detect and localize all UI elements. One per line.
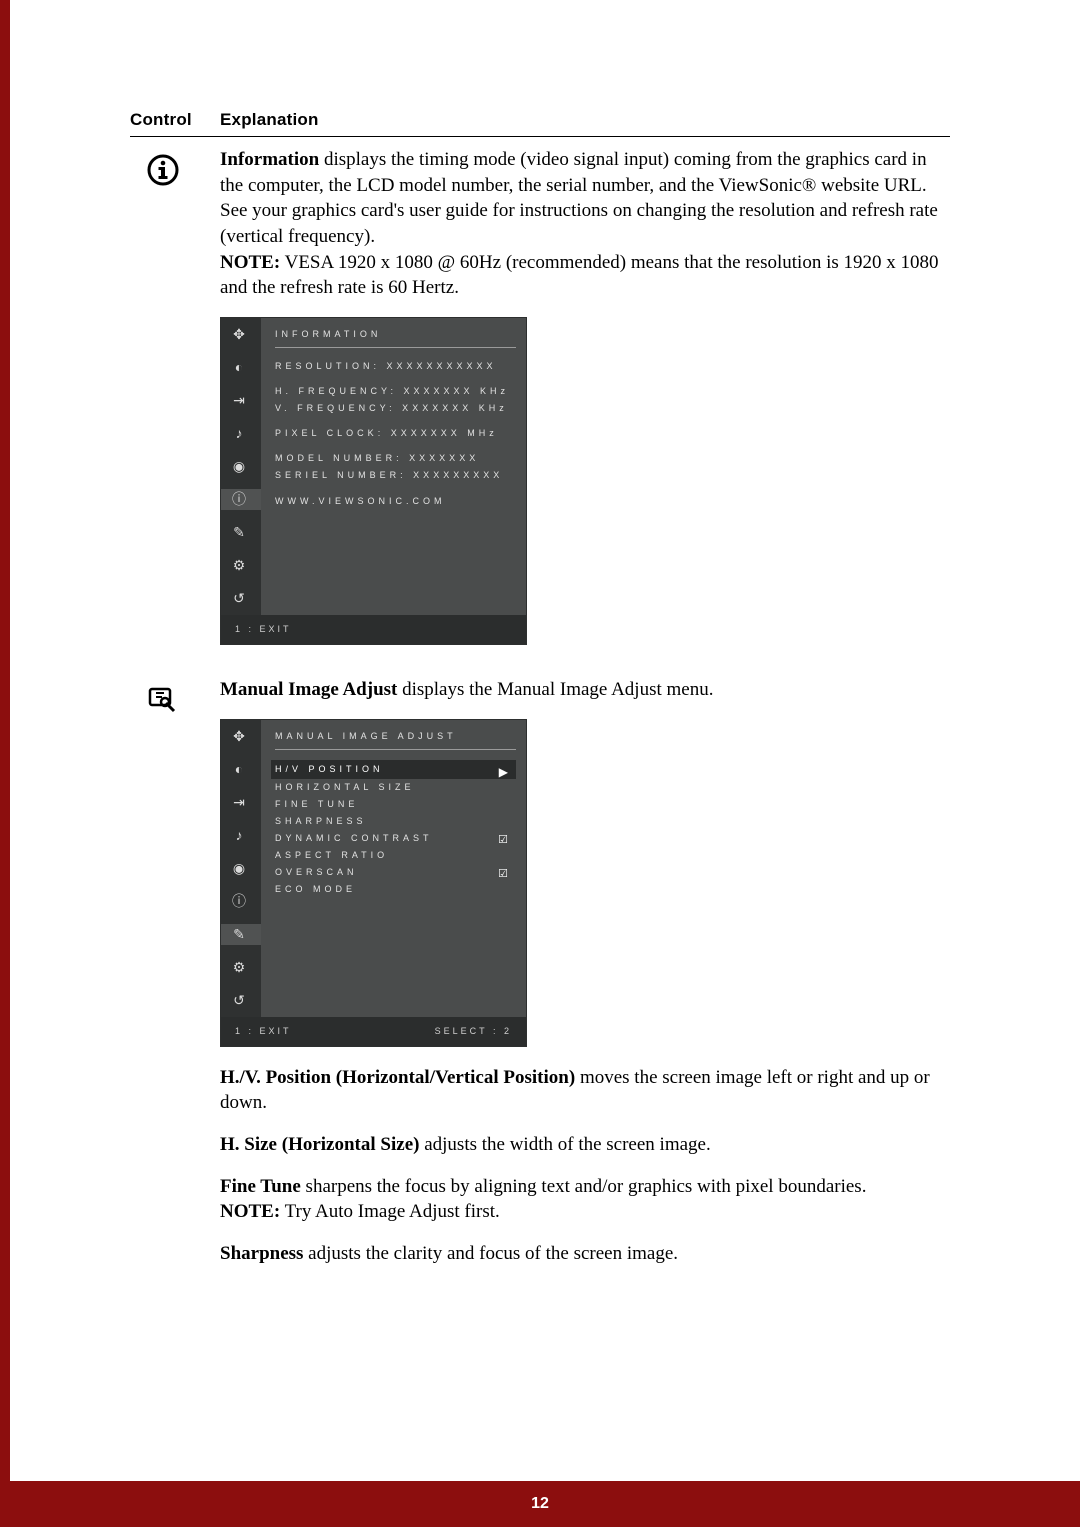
osd-manual-image-adjust: ✥ ◐ ⇥ ♪ ◉ ⓘ ✎ ⚙ ↺ MANUAL IMAGE ADJUST H/… — [220, 719, 527, 1047]
osd-item-overscan: OVERSCAN☑ — [275, 864, 516, 881]
osd-exit: 1 : EXIT — [235, 1023, 292, 1040]
info-lead: Information — [220, 149, 319, 170]
osd-item-hsize: HORIZONTAL SIZE — [275, 779, 516, 796]
osd-information: ✥ ◐ ⇥ ♪ ◉ ⓘ ✎ ⚙ ↺ INFORMATION RESOLUTION… — [220, 317, 527, 645]
osd-item-sharpness: SHARPNESS — [275, 813, 516, 830]
osd-icon-auto: ✥ — [221, 726, 261, 747]
osd-sidebar: ✥ ◐ ⇥ ♪ ◉ ⓘ ✎ ⚙ ↺ — [221, 318, 261, 615]
osd-item-hv-position: H/V POSITION▶ — [271, 760, 516, 779]
osd-item-eco: ECO MODE — [275, 881, 516, 898]
osd-icon-manual-selected: ✎ — [221, 924, 261, 945]
divider — [130, 136, 950, 137]
osd-icon-input: ⇥ — [221, 792, 261, 813]
osd-icon-auto: ✥ — [221, 324, 261, 345]
table-header: Control Explanation — [130, 110, 950, 130]
finetune-paragraph: Fine Tune sharpens the focus by aligning… — [220, 1174, 950, 1225]
info-paragraph: Information displays the timing mode (vi… — [220, 147, 950, 301]
osd-exit: 1 : EXIT — [235, 621, 292, 638]
side-stripe — [0, 0, 10, 1527]
section-information: Information displays the timing mode (vi… — [130, 147, 950, 663]
osd-select: SELECT : 2 — [435, 1023, 512, 1040]
manual-adjust-icon — [130, 677, 220, 1283]
osd-icon-contrast: ◐ — [221, 357, 261, 378]
header-control: Control — [130, 110, 220, 130]
sharpness-paragraph: Sharpness adjusts the clarity and focus … — [220, 1241, 950, 1267]
osd-icon-color: ◉ — [221, 456, 261, 477]
osd-icon-info-selected: ⓘ — [221, 489, 261, 510]
hsize-paragraph: H. Size (Horizontal Size) adjusts the wi… — [220, 1132, 950, 1158]
osd-sidebar: ✥ ◐ ⇥ ♪ ◉ ⓘ ✎ ⚙ ↺ — [221, 720, 261, 1017]
osd-icon-audio: ♪ — [221, 423, 261, 444]
osd-body: MANUAL IMAGE ADJUST H/V POSITION▶ HORIZO… — [261, 720, 526, 1017]
note-label: NOTE: — [220, 252, 280, 273]
osd-footer: 1 : EXIT — [221, 615, 526, 644]
osd-icon-manual: ✎ — [221, 522, 261, 543]
osd-icon-input: ⇥ — [221, 390, 261, 411]
explanation-body: Manual Image Adjust displays the Manual … — [220, 677, 950, 1283]
osd-icon-contrast: ◐ — [221, 759, 261, 780]
osd-icon-recall: ↺ — [221, 588, 261, 609]
osd-icon-setup: ⚙ — [221, 957, 261, 978]
osd-title: INFORMATION — [275, 326, 516, 348]
osd-icon-recall: ↺ — [221, 990, 261, 1011]
hv-position-paragraph: H./V. Position (Horizontal/Vertical Posi… — [220, 1065, 950, 1116]
osd-item-dynamic-contrast: DYNAMIC CONTRAST☑ — [275, 830, 516, 847]
section-manual-image-adjust: Manual Image Adjust displays the Manual … — [130, 677, 950, 1283]
info-icon — [130, 147, 220, 663]
osd-footer: 1 : EXIT SELECT : 2 — [221, 1017, 526, 1046]
osd-icon-color: ◉ — [221, 858, 261, 879]
osd-item-finetune: FINE TUNE — [275, 796, 516, 813]
page-footer: 12 — [0, 1481, 1080, 1527]
document-page: Control Explanation Information displays… — [0, 0, 1080, 1527]
page-number: 12 — [531, 1495, 549, 1513]
osd-icon-setup: ⚙ — [221, 555, 261, 576]
header-explanation: Explanation — [220, 110, 319, 130]
mia-intro: Manual Image Adjust displays the Manual … — [220, 677, 950, 703]
osd-icon-audio: ♪ — [221, 825, 261, 846]
osd-icon-info: ⓘ — [221, 891, 261, 912]
explanation-body: Information displays the timing mode (vi… — [220, 147, 950, 663]
osd-item-aspect: ASPECT RATIO — [275, 847, 516, 864]
osd-title: MANUAL IMAGE ADJUST — [275, 728, 516, 750]
osd-body: INFORMATION RESOLUTION: XXXXXXXXXXX H. F… — [261, 318, 526, 615]
